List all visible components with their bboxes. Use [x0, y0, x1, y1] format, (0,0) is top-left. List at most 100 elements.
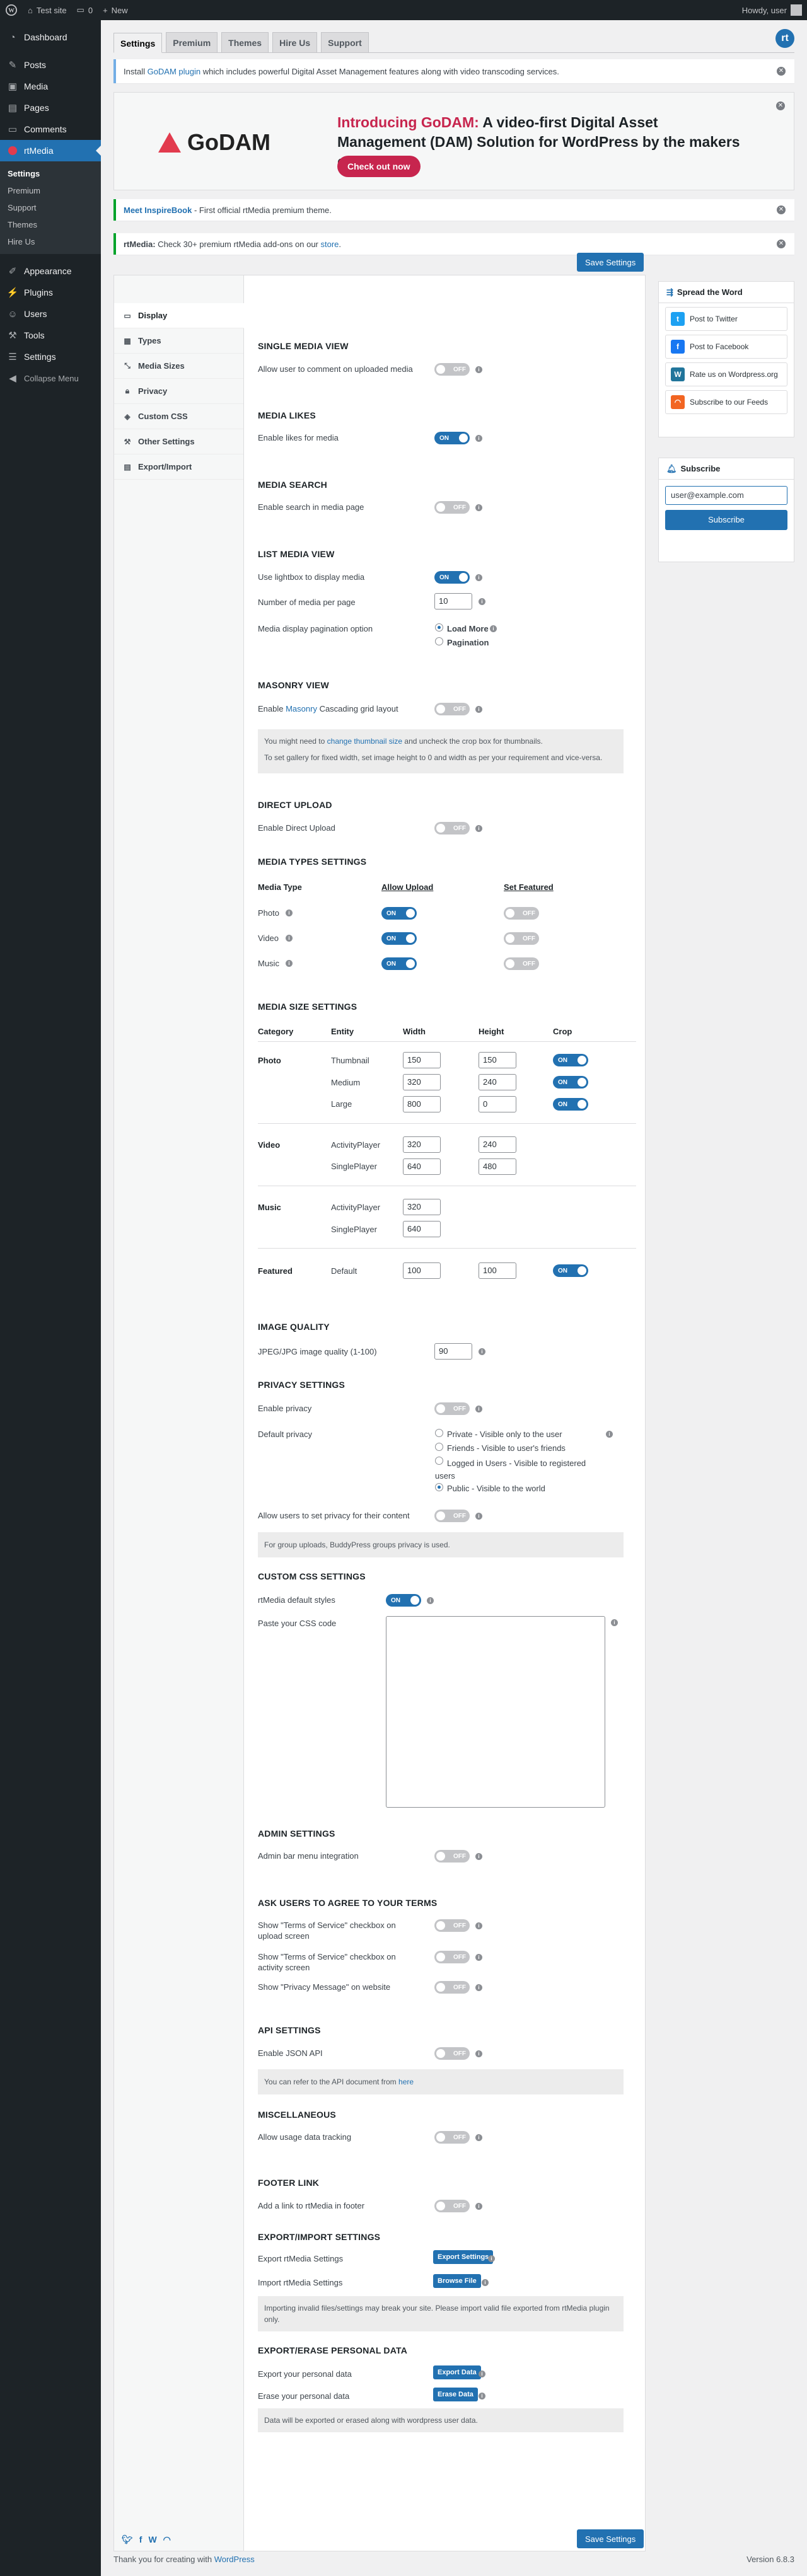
vtab-custom-css[interactable]: ◈ Custom CSS: [114, 404, 243, 429]
vtab-other-settings[interactable]: ⚒ Other Settings: [114, 429, 243, 454]
dismiss-icon[interactable]: ✕: [777, 205, 786, 214]
help-icon[interactable]: i: [475, 2134, 482, 2141]
thumb-width-input[interactable]: 150: [403, 1052, 441, 1068]
video-upload-toggle[interactable]: ON: [381, 932, 417, 945]
privacy-friends-radio[interactable]: [435, 1443, 443, 1451]
help-icon[interactable]: i: [611, 1619, 618, 1626]
privacy-public-radio[interactable]: [435, 1483, 443, 1491]
tracking-toggle[interactable]: OFF: [434, 2131, 470, 2144]
dismiss-icon[interactable]: ✕: [777, 240, 786, 248]
help-icon[interactable]: i: [286, 935, 293, 942]
export-settings-button[interactable]: Export Settings: [433, 2250, 494, 2264]
help-icon[interactable]: i: [475, 366, 482, 373]
vtab-media-sizes[interactable]: ⤡ Media Sizes: [114, 354, 243, 379]
medium-crop-toggle[interactable]: ON: [553, 1076, 588, 1089]
help-icon[interactable]: i: [475, 574, 482, 581]
help-icon[interactable]: i: [475, 2203, 482, 2210]
music-upload-toggle[interactable]: ON: [381, 957, 417, 970]
tab-settings[interactable]: Settings: [113, 33, 163, 53]
help-icon[interactable]: i: [479, 598, 485, 605]
photo-upload-toggle[interactable]: ON: [381, 907, 417, 920]
help-icon[interactable]: i: [427, 1597, 434, 1604]
inspirebook-link[interactable]: Meet InspireBook: [124, 205, 192, 215]
menu-plugins[interactable]: ⚡ Plugins: [0, 282, 101, 303]
tab-premium[interactable]: Premium: [166, 32, 218, 52]
large-height-input[interactable]: 0: [479, 1096, 516, 1112]
site-name-link[interactable]: ⌂ Test site: [23, 0, 72, 20]
rate-wordpress-button[interactable]: W Rate us on Wordpress.org: [665, 362, 787, 386]
menu-dashboard[interactable]: ◔ Dashboard: [0, 26, 101, 48]
video-featured-toggle[interactable]: OFF: [504, 932, 539, 945]
terms-activity-toggle[interactable]: OFF: [434, 1951, 470, 1963]
likes-toggle[interactable]: ON: [434, 432, 470, 444]
featured-height-input[interactable]: 100: [479, 1262, 516, 1279]
json-api-toggle[interactable]: OFF: [434, 2047, 470, 2060]
help-icon[interactable]: i: [475, 706, 482, 713]
submenu-support[interactable]: Support: [0, 199, 101, 216]
default-styles-toggle[interactable]: ON: [386, 1594, 421, 1607]
godam-plugin-link[interactable]: GoDAM plugin: [148, 67, 201, 76]
footer-link-toggle[interactable]: OFF: [434, 2200, 470, 2212]
large-crop-toggle[interactable]: ON: [553, 1098, 588, 1111]
featured-width-input[interactable]: 100: [403, 1262, 441, 1279]
dismiss-icon[interactable]: ✕: [777, 67, 786, 76]
save-settings-button-top[interactable]: Save Settings: [577, 253, 644, 272]
menu-rtmedia[interactable]: rtMedia: [0, 140, 101, 161]
menu-settings[interactable]: ☰ Settings: [0, 346, 101, 367]
browse-file-button[interactable]: Browse File: [433, 2274, 481, 2288]
menu-pages[interactable]: ▤ Pages: [0, 97, 101, 118]
help-icon[interactable]: i: [606, 1431, 613, 1438]
vtab-display[interactable]: ▭ Display: [114, 303, 244, 328]
vtab-types[interactable]: ▦ Types: [114, 328, 243, 354]
my-account-link[interactable]: Howdy, user: [737, 0, 807, 20]
help-icon[interactable]: i: [488, 2255, 495, 2262]
help-icon[interactable]: i: [475, 504, 482, 511]
help-icon[interactable]: i: [490, 625, 497, 632]
lightbox-toggle[interactable]: ON: [434, 571, 470, 584]
large-width-input[interactable]: 800: [403, 1096, 441, 1112]
masonry-toggle[interactable]: OFF: [434, 703, 470, 715]
featured-crop-toggle[interactable]: ON: [553, 1264, 588, 1277]
admin-bar-toggle[interactable]: OFF: [434, 1850, 470, 1863]
thumbnail-size-link[interactable]: change thumbnail size: [327, 737, 402, 746]
allow-privacy-toggle[interactable]: OFF: [434, 1510, 470, 1522]
submenu-premium[interactable]: Premium: [0, 182, 101, 199]
menu-collapse[interactable]: ◀ Collapse Menu: [0, 367, 101, 389]
menu-media[interactable]: ▣ Media: [0, 76, 101, 97]
medium-width-input[interactable]: 320: [403, 1074, 441, 1090]
help-icon[interactable]: i: [475, 1984, 482, 1991]
vtab-export-import[interactable]: ▤ Export/Import: [114, 454, 243, 480]
thumb-crop-toggle[interactable]: ON: [553, 1054, 588, 1066]
vtab-privacy[interactable]: 🔒︎ Privacy: [114, 379, 243, 404]
per-page-input[interactable]: 10: [434, 593, 472, 609]
help-icon[interactable]: i: [475, 1406, 482, 1412]
masonry-link[interactable]: Masonry: [286, 704, 317, 713]
wordpress-icon[interactable]: W: [148, 2534, 156, 2545]
search-toggle[interactable]: OFF: [434, 501, 470, 514]
banner-close-icon[interactable]: ✕: [776, 101, 785, 110]
medium-height-input[interactable]: 240: [479, 1074, 516, 1090]
erase-data-button[interactable]: Erase Data: [433, 2388, 478, 2401]
help-icon[interactable]: i: [475, 435, 482, 442]
help-icon[interactable]: i: [482, 2279, 489, 2286]
help-icon[interactable]: i: [475, 1853, 482, 1860]
tab-themes[interactable]: Themes: [221, 32, 269, 52]
twitter-icon[interactable]: 🐦︎: [122, 2534, 133, 2545]
help-icon[interactable]: i: [475, 2050, 482, 2057]
rss-icon[interactable]: ◠: [163, 2534, 171, 2545]
music-sp-width-input[interactable]: 640: [403, 1221, 441, 1237]
help-icon[interactable]: i: [475, 1954, 482, 1961]
export-data-button[interactable]: Export Data: [433, 2365, 481, 2379]
comment-toggle[interactable]: OFF: [434, 363, 470, 376]
thumb-height-input[interactable]: 150: [479, 1052, 516, 1068]
facebook-icon[interactable]: f: [139, 2534, 142, 2545]
video-sp-width-input[interactable]: 640: [403, 1158, 441, 1175]
menu-posts[interactable]: ✎ Posts: [0, 54, 101, 76]
wordpress-logo-icon[interactable]: W: [0, 0, 23, 20]
image-quality-input[interactable]: 90: [434, 1343, 472, 1360]
subscribe-feeds-button[interactable]: ◠ Subscribe to our Feeds: [665, 390, 787, 414]
new-content-link[interactable]: + New: [98, 0, 133, 20]
privacy-message-toggle[interactable]: OFF: [434, 1981, 470, 1994]
submenu-settings[interactable]: Settings: [0, 165, 101, 182]
wordpress-link[interactable]: WordPress: [214, 2555, 255, 2564]
